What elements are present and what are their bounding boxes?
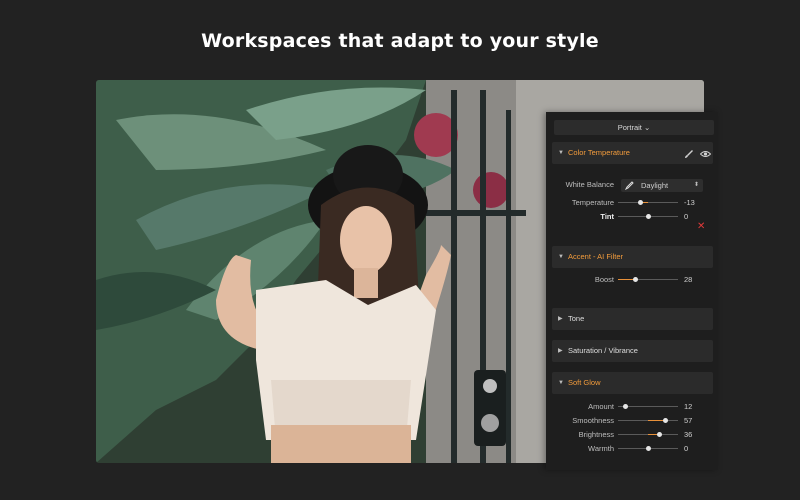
section-soft-glow[interactable]: ▼ Soft Glow bbox=[552, 372, 713, 394]
slider-label: Temperature bbox=[571, 198, 614, 207]
slider-value: 0 bbox=[684, 444, 689, 453]
section-title: Color Temperature bbox=[568, 148, 630, 157]
slider-row-boost: Boost 28 bbox=[546, 274, 718, 286]
section-title: Tone bbox=[568, 314, 585, 323]
chevron-down-icon: ⌄ bbox=[643, 123, 651, 132]
slider-label: Smoothness bbox=[572, 416, 614, 425]
triangle-right-icon: ▶ bbox=[558, 316, 563, 322]
slider-track[interactable] bbox=[618, 214, 678, 219]
slider-track[interactable] bbox=[618, 418, 678, 423]
slider-label: Brightness bbox=[578, 430, 614, 439]
slider-label: Amount bbox=[588, 402, 614, 411]
slider-row-smoothness: Smoothness 57 bbox=[546, 415, 718, 427]
triangle-down-icon: ▼ bbox=[558, 150, 564, 156]
slider-knob[interactable] bbox=[637, 200, 643, 205]
updown-arrows-icon: ⬍ bbox=[693, 182, 699, 188]
preset-label: Portrait bbox=[617, 123, 642, 132]
brush-icon[interactable] bbox=[684, 142, 694, 164]
section-title: Accent - AI Filter bbox=[568, 252, 624, 261]
section-title: Saturation / Vibrance bbox=[568, 346, 638, 355]
slider-value: 12 bbox=[684, 402, 693, 411]
slider-value: 36 bbox=[684, 430, 693, 439]
section-color-temperature[interactable]: ▼ Color Temperature bbox=[552, 142, 713, 164]
eyedropper-icon[interactable] bbox=[624, 181, 634, 191]
eye-icon[interactable] bbox=[699, 142, 712, 164]
triangle-down-icon: ▼ bbox=[558, 254, 564, 260]
slider-row-brightness: Brightness 36 bbox=[546, 429, 718, 441]
slider-track[interactable] bbox=[618, 200, 678, 205]
slider-value: 28 bbox=[684, 275, 693, 284]
reset-close-icon[interactable]: ✕ bbox=[697, 222, 705, 232]
slider-row-tint: Tint 0 bbox=[546, 211, 718, 223]
slider-track[interactable] bbox=[618, 446, 678, 451]
slider-track[interactable] bbox=[618, 432, 678, 437]
preset-dropdown[interactable]: Portrait ⌄ bbox=[554, 120, 714, 135]
slider-track[interactable] bbox=[618, 277, 678, 282]
slider-value: 57 bbox=[684, 416, 693, 425]
slider-row-amount: Amount 12 bbox=[546, 401, 718, 413]
section-saturation-vibrance[interactable]: ▶ Saturation / Vibrance bbox=[552, 340, 713, 362]
slider-label: Tint bbox=[600, 212, 614, 221]
slider-knob[interactable] bbox=[645, 446, 651, 451]
slider-knob[interactable] bbox=[632, 277, 638, 282]
white-balance-select[interactable]: Daylight ⬍ bbox=[621, 179, 703, 192]
triangle-down-icon: ▼ bbox=[558, 380, 564, 386]
slider-track[interactable] bbox=[618, 404, 678, 409]
adjustments-panel: Portrait ⌄ ▼ Color Temperature White Bal… bbox=[546, 112, 718, 470]
slider-row-temperature: Temperature -13 bbox=[546, 197, 718, 209]
section-tone[interactable]: ▶ Tone bbox=[552, 308, 713, 330]
section-accent-ai-filter[interactable]: ▼ Accent - AI Filter bbox=[552, 246, 713, 268]
white-balance-value: Daylight bbox=[641, 181, 669, 190]
white-balance-label: White Balance bbox=[565, 180, 614, 189]
slider-label: Boost bbox=[594, 275, 614, 284]
white-balance-row: White Balance Daylight ⬍ bbox=[546, 179, 718, 192]
slider-knob[interactable] bbox=[656, 432, 662, 437]
slider-label: Warmth bbox=[588, 444, 614, 453]
triangle-right-icon: ▶ bbox=[558, 348, 563, 354]
slider-row-warmth: Warmth 0 bbox=[546, 443, 718, 455]
headline: Workspaces that adapt to your style bbox=[201, 30, 599, 52]
slider-knob[interactable] bbox=[662, 418, 668, 423]
slider-knob[interactable] bbox=[622, 404, 628, 409]
slider-knob[interactable] bbox=[645, 214, 651, 219]
section-title: Soft Glow bbox=[568, 378, 601, 387]
slider-value: 0 bbox=[684, 212, 689, 221]
slider-value: -13 bbox=[684, 198, 695, 207]
